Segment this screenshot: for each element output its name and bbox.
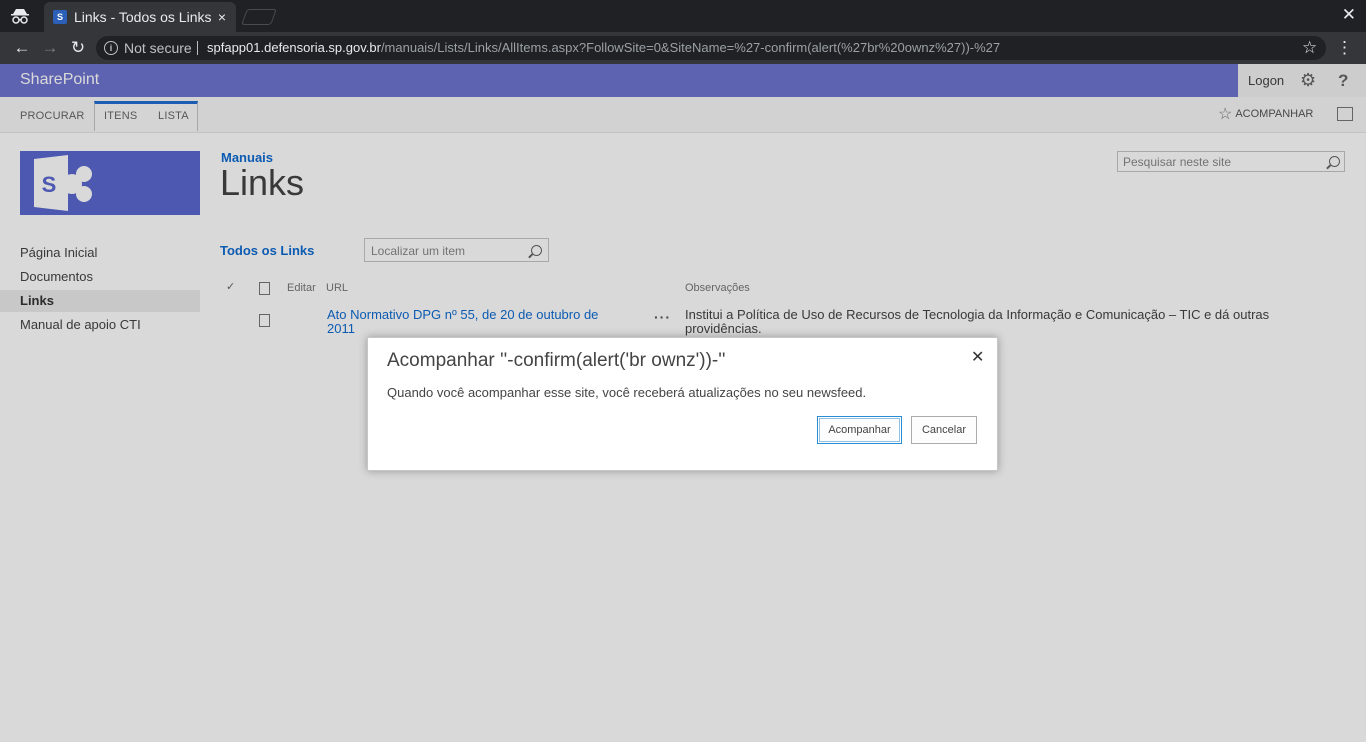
bookmark-star-icon[interactable]: ☆ (1302, 38, 1317, 58)
sharepoint-favicon-icon: S (53, 10, 67, 24)
browser-tab-active[interactable]: S Links - Todos os Links × (44, 2, 236, 32)
url-text[interactable]: spfapp01.defensoria.sp.gov.br/manuais/Li… (207, 40, 1000, 56)
browser-tabstrip: S Links - Todos os Links × ✕ (0, 0, 1366, 32)
tab-close-icon[interactable]: × (218, 8, 226, 26)
dialog-title: Acompanhar ''-confirm(alert('br ownz'))-… (387, 350, 726, 371)
back-arrow-icon[interactable]: ← (12, 38, 32, 58)
forward-arrow-icon[interactable]: → (40, 38, 60, 58)
window-close-icon[interactable]: ✕ (1342, 5, 1356, 25)
address-separator (197, 41, 198, 55)
follow-dialog: Acompanhar ''-confirm(alert('br ownz'))-… (367, 337, 998, 471)
url-path: /manuais/Lists/Links/AllItems.aspx?Follo… (380, 40, 1001, 55)
cancelar-button[interactable]: Cancelar (911, 416, 977, 444)
url-host: spfapp01.defensoria.sp.gov.br (207, 40, 381, 55)
address-bar[interactable]: i Not secure spfapp01.defensoria.sp.gov.… (96, 36, 1326, 60)
new-tab-button[interactable] (241, 9, 277, 25)
info-icon[interactable]: i (104, 41, 118, 55)
incognito-icon (11, 9, 29, 24)
reload-icon[interactable]: ↻ (68, 38, 88, 58)
browser-menu-icon[interactable]: ⋮ (1336, 38, 1353, 58)
security-label: Not secure (124, 40, 192, 56)
dialog-close-icon[interactable]: ✕ (971, 349, 984, 367)
dialog-message: Quando você acompanhar esse site, você r… (387, 385, 867, 400)
acompanhar-button[interactable]: Acompanhar (817, 416, 902, 444)
tab-title: Links - Todos os Links (74, 9, 212, 25)
